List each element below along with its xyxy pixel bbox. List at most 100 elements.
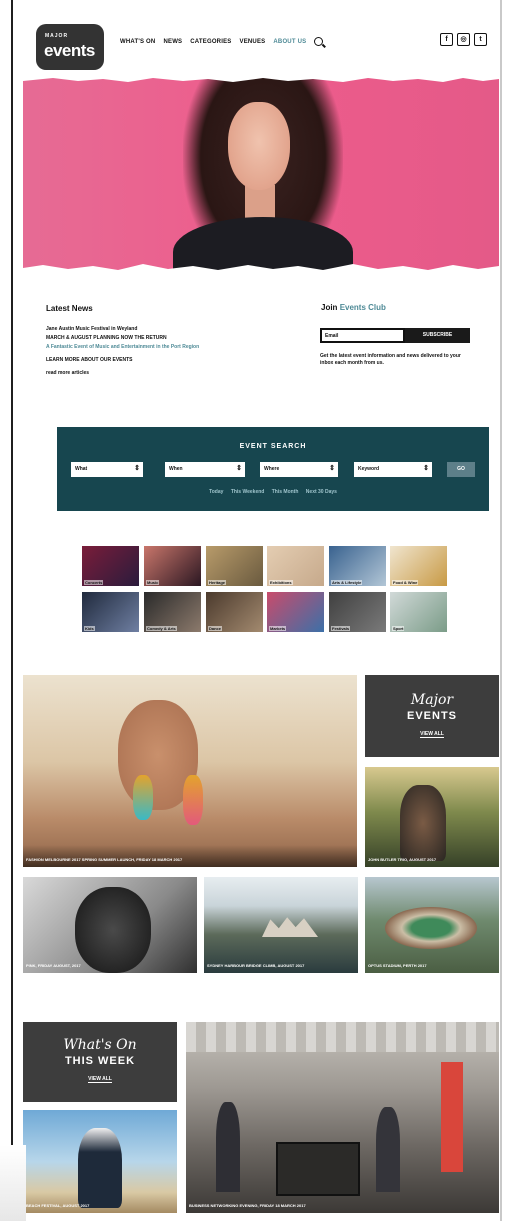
news-read-more-link[interactable]: read more articles <box>46 370 306 377</box>
page: MAJOR events WHAT'S ON NEWS CATEGORIES V… <box>16 0 499 1221</box>
join-club-heading: Join Events Club <box>321 303 386 312</box>
nav-item-about[interactable]: ABOUT US <box>273 39 306 45</box>
event-tile[interactable]: BUSINESS NETWORKING EVENING, FRIDAY 18 M… <box>186 1022 499 1213</box>
whats-on-panel: What's On THIS WEEK VIEW ALL <box>23 1022 177 1102</box>
hero-banner[interactable] <box>23 77 499 271</box>
search-icon[interactable] <box>314 37 324 46</box>
category-tile-6[interactable]: Kids <box>82 592 139 632</box>
tile-caption: PINK, FRIDAY AUGUST, 2017 <box>26 963 81 968</box>
event-tile[interactable]: PINK, FRIDAY AUGUST, 2017 <box>23 877 197 973</box>
tile-shade <box>23 845 357 867</box>
logo[interactable]: MAJOR events <box>36 24 104 70</box>
whats-on-caps: THIS WEEK <box>64 1055 136 1067</box>
logo-big-text: events <box>44 41 95 60</box>
quick-link-weekend[interactable]: This Weekend <box>231 489 265 495</box>
category-label: Markets <box>269 626 287 631</box>
tile-banner <box>441 1062 463 1172</box>
quick-date-links: Today This Weekend This Month Next 30 Da… <box>57 489 489 495</box>
tile-ceiling <box>186 1022 499 1052</box>
category-tile-10[interactable]: Festivals <box>329 592 386 632</box>
major-caps: EVENTS <box>406 710 457 722</box>
tile-stadium <box>385 907 477 949</box>
category-tile-2[interactable]: Heritage <box>206 546 263 586</box>
subscribe-button[interactable]: SUBSCRIBE <box>405 328 470 343</box>
tile-earring-right <box>183 775 203 825</box>
join-club-accent: Events Club <box>339 303 386 312</box>
join-word: Join <box>321 303 338 312</box>
hero-face <box>228 102 290 190</box>
news-item[interactable]: MARCH & AUGUST PLANNING NOW THE RETURN <box>46 335 306 342</box>
category-label: Festivals <box>331 626 351 631</box>
tile-portrait <box>75 887 151 973</box>
tile-earring-left <box>133 775 153 820</box>
tile-opera-house <box>262 917 318 937</box>
category-label: Comedy & Arts <box>146 626 177 631</box>
when-select[interactable]: When <box>165 462 245 477</box>
category-tile-0[interactable]: Concerts <box>82 546 139 586</box>
quick-link-today[interactable]: Today <box>209 489 223 495</box>
social-links: f ◎ t <box>440 33 487 46</box>
torn-edge-bottom <box>23 264 499 271</box>
facebook-icon[interactable]: f <box>440 33 453 46</box>
category-label: Exhibitions <box>269 580 293 585</box>
featured-event-tile[interactable]: FASHION MELBOURNE 2017 SPRING SUMMER LAU… <box>23 675 357 867</box>
tile-caption: SYDNEY HARBOUR BRIDGE CLIMB, AUGUST 2017 <box>207 963 305 968</box>
instagram-icon[interactable]: ◎ <box>457 33 470 46</box>
category-tile-8[interactable]: Dance <box>206 592 263 632</box>
category-tile-4[interactable]: Arts & Lifestyle <box>329 546 386 586</box>
tile-caption: BEACH FESTIVAL, AUGUST 2017 <box>26 1203 90 1208</box>
major-events-panel: Major EVENTS VIEW ALL <box>365 675 499 757</box>
what-select[interactable]: What <box>71 462 143 477</box>
tile-caption: BUSINESS NETWORKING EVENING, FRIDAY 18 M… <box>189 1203 306 1208</box>
nav-item-whats-on[interactable]: WHAT'S ON <box>120 39 155 45</box>
category-label: Food & Wine <box>392 580 419 585</box>
join-note: Get the latest event information and new… <box>320 353 461 366</box>
twitter-icon[interactable]: t <box>474 33 487 46</box>
news-item[interactable]: A Fantastic Event of Music and Entertain… <box>46 344 306 351</box>
main-nav: WHAT'S ON NEWS CATEGORIES VENUES ABOUT U… <box>120 37 324 46</box>
whats-on-script: What's On <box>63 1037 137 1053</box>
category-label: Heritage <box>208 580 227 585</box>
nav-item-categories[interactable]: CATEGORIES <box>190 39 231 45</box>
event-tile[interactable]: JOHN BUTLER TRIO, AUGUST 2017 <box>365 767 499 867</box>
category-label: Music <box>146 580 160 585</box>
category-tile-1[interactable]: Music <box>144 546 201 586</box>
event-tile[interactable]: OPTUS STADIUM, PERTH 2017 <box>365 877 499 973</box>
category-label: Arts & Lifestyle <box>331 580 363 585</box>
go-button[interactable]: GO <box>447 462 475 477</box>
category-label: Dance <box>208 626 223 631</box>
tile-figure <box>400 785 446 861</box>
category-tile-3[interactable]: Exhibitions <box>267 546 324 586</box>
email-field[interactable]: Email <box>320 328 405 343</box>
category-label: Sport <box>392 626 405 631</box>
category-label: Kids <box>84 626 95 631</box>
category-tile-9[interactable]: Markets <box>267 592 324 632</box>
page-frame-right <box>500 0 502 1221</box>
news-item[interactable]: LEARN MORE ABOUT OUR EVENTS <box>46 357 306 364</box>
category-tile-7[interactable]: Comedy & Arts <box>144 592 201 632</box>
quick-link-30-days[interactable]: Next 30 Days <box>306 489 337 495</box>
tile-caption: OPTUS STADIUM, PERTH 2017 <box>368 963 427 968</box>
news-item[interactable]: Jane Austin Music Festival in Weyland <box>46 326 306 333</box>
tile-figure <box>78 1128 122 1208</box>
torn-edge-top <box>23 77 499 82</box>
keyword-field[interactable]: Keyword <box>354 462 432 477</box>
logo-small-text: MAJOR <box>45 33 69 39</box>
category-tile-11[interactable]: Sport <box>390 592 447 632</box>
event-tile[interactable]: SYDNEY HARBOUR BRIDGE CLIMB, AUGUST 2017 <box>204 877 358 973</box>
whats-on-view-all-link[interactable]: VIEW ALL <box>88 1076 112 1083</box>
page-frame-left <box>11 0 13 1221</box>
quick-link-month[interactable]: This Month <box>272 489 299 495</box>
event-tile[interactable]: BEACH FESTIVAL, AUGUST 2017 <box>23 1110 177 1213</box>
event-search-title: EVENT SEARCH <box>239 443 307 450</box>
category-tile-5[interactable]: Food & Wine <box>390 546 447 586</box>
event-search-panel: EVENT SEARCH What When Where Keyword GO … <box>57 427 489 511</box>
tile-person <box>376 1107 400 1192</box>
nav-item-venues[interactable]: VENUES <box>240 39 266 45</box>
major-view-all-link[interactable]: VIEW ALL <box>420 731 444 738</box>
where-select[interactable]: Where <box>260 462 338 477</box>
tile-table <box>276 1142 360 1196</box>
major-script: Major <box>410 692 454 708</box>
tile-person <box>216 1102 240 1192</box>
nav-item-news[interactable]: NEWS <box>163 39 182 45</box>
